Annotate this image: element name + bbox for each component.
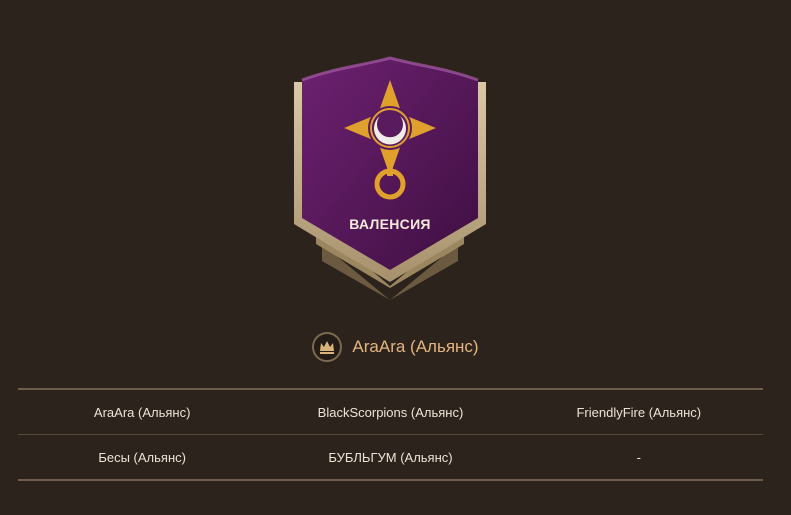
alliance-cell[interactable]: BlackScorpions (Альянс) — [266, 405, 514, 420]
table-row: AraAra (Альянс) BlackScorpions (Альянс) … — [18, 390, 763, 435]
castle-name: ВАЛЕНСИЯ — [349, 216, 431, 232]
table-row: Бесы (Альянс) БУБЛЬГУМ (Альянс) - — [18, 435, 763, 481]
alliance-cell: - — [636, 449, 641, 465]
alliance-cell[interactable]: Бесы (Альянс) — [18, 450, 266, 465]
alliance-cell[interactable]: AraAra (Альянс) — [18, 405, 266, 420]
castle-crest — [290, 56, 490, 306]
castle-owner: AraAra (Альянс) — [0, 332, 791, 362]
owner-name[interactable]: AraAra (Альянс) — [352, 337, 478, 357]
alliance-table: AraAra (Альянс) BlackScorpions (Альянс) … — [18, 388, 763, 481]
alliance-cell[interactable]: FriendlyFire (Альянс) — [515, 405, 763, 420]
alliance-cell[interactable]: БУБЛЬГУМ (Альянс) — [266, 450, 514, 465]
crown-emblem-icon — [312, 332, 343, 362]
